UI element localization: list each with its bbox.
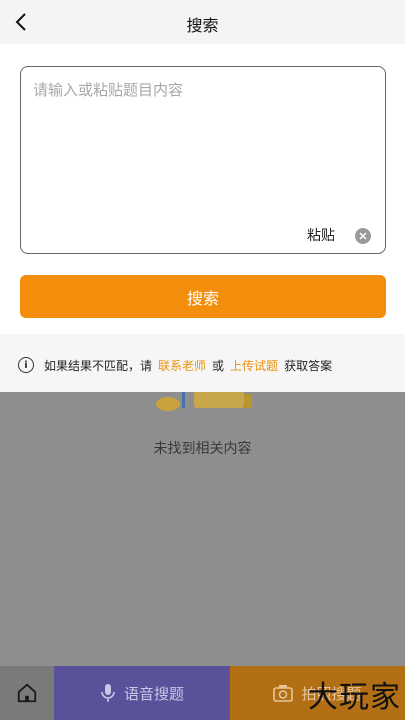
notice-middle: 或	[212, 358, 225, 373]
upload-question-link[interactable]: 上传试题	[230, 357, 278, 374]
clear-icon[interactable]	[355, 228, 371, 244]
home-icon	[17, 683, 37, 703]
watermark: 大玩家	[308, 680, 401, 715]
bottom-bar: 语音搜题 拍照搜题 大玩家	[0, 666, 405, 720]
empty-state-text: 未找到相关内容	[153, 441, 252, 457]
notice-suffix: 获取答案	[284, 358, 333, 373]
notice-prefix: 如果结果不匹配，请	[44, 358, 153, 373]
question-input[interactable]: 请输入或粘贴题目内容 粘贴	[20, 66, 386, 254]
voice-search-button[interactable]: 语音搜题	[54, 666, 230, 720]
page-title: 搜索	[186, 16, 219, 35]
nav-bar: 搜索	[0, 0, 405, 44]
search-button[interactable]: 搜索	[20, 275, 386, 318]
contact-teacher-link[interactable]: 联系老师	[158, 357, 206, 374]
photo-search-button[interactable]: 拍照搜题 大玩家	[230, 666, 405, 720]
home-button[interactable]	[0, 666, 54, 720]
input-placeholder: 请输入或粘贴题目内容	[33, 81, 184, 99]
notice-bar: i 如果结果不匹配，请 联系老师 或 上传试题 获取答案	[0, 338, 405, 392]
info-icon: i	[18, 357, 34, 373]
paste-button[interactable]: 粘贴	[307, 225, 335, 245]
voice-search-label: 语音搜题	[123, 684, 184, 703]
search-sheet: 搜索 请输入或粘贴题目内容 粘贴 搜索 i 如果结果不匹配，请 联系老师 或 上…	[0, 0, 405, 392]
camera-icon	[273, 685, 294, 702]
microphone-icon	[101, 684, 115, 702]
